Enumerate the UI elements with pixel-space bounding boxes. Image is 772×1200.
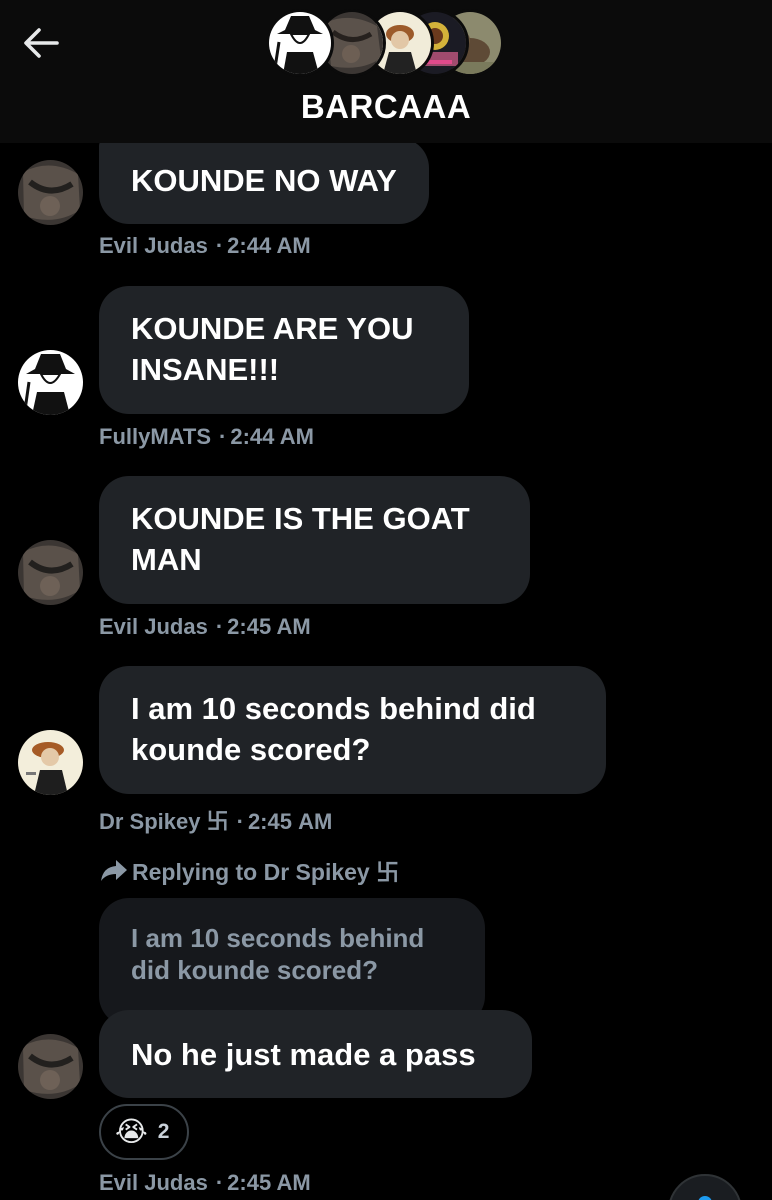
sender-name[interactable]: Evil Judas [99, 1170, 208, 1195]
sender-avatar[interactable] [18, 1034, 83, 1099]
group-avatar-stack[interactable] [266, 9, 516, 79]
arrow-left-icon [24, 28, 59, 58]
crying-face-emoji-icon: 😭 [115, 1116, 148, 1147]
sender-name[interactable]: Evil Judas [99, 614, 208, 639]
message-time: 2:45 AM [227, 1170, 311, 1195]
message-bubble[interactable]: I am 10 seconds behind did kounde scored… [99, 666, 606, 794]
sender-name[interactable]: FullyMATS [99, 424, 211, 449]
sender-avatar[interactable] [18, 730, 83, 795]
message-text: KOUNDE IS THE GOAT MAN [131, 501, 470, 577]
reaction-pill[interactable]: 😭 2 [99, 1104, 189, 1160]
quoted-text: I am 10 seconds behind did kounde scored… [131, 923, 425, 985]
reply-arrow-icon [101, 860, 127, 881]
new-message-dot-icon [698, 1196, 712, 1200]
reaction-count: 2 [157, 1120, 170, 1143]
message-text: KOUNDE ARE YOU INSANE!!! [131, 311, 414, 387]
sender-avatar[interactable] [18, 350, 83, 415]
sender-avatar[interactable] [18, 540, 83, 605]
back-button[interactable] [18, 22, 64, 64]
meta-separator: · [215, 233, 224, 258]
meta-separator: · [215, 614, 224, 639]
dm-conversation-screen: BARCAAA KOUNDE NO WAY Evil Judas · 2:44 AM… [0, 0, 772, 1200]
message-time: 2:45 AM [247, 809, 333, 834]
conversation-title[interactable]: BARCAAA [0, 88, 772, 126]
group-member-avatar [266, 9, 334, 77]
message-time: 2:44 AM [227, 233, 311, 258]
message-meta: Evil Judas · 2:45 AM [99, 1170, 311, 1196]
message-meta: Evil Judas · 2:44 AM [99, 233, 311, 259]
message-text: I am 10 seconds behind did kounde scored… [131, 691, 536, 767]
message-time: 2:45 AM [227, 614, 311, 639]
message-time: 2:44 AM [230, 424, 314, 449]
sender-name[interactable]: Evil Judas [99, 233, 208, 258]
meta-separator: · [236, 809, 244, 834]
message-bubble[interactable]: KOUNDE NO WAY [99, 138, 429, 224]
message-meta: FullyMATS · 2:44 AM [99, 424, 314, 450]
message-bubble[interactable]: No he just made a pass [99, 1010, 532, 1098]
scroll-down-button[interactable] [668, 1174, 742, 1200]
reply-label-text: Replying to Dr Spikey 卐 [132, 859, 400, 885]
message-bubble[interactable]: KOUNDE IS THE GOAT MAN [99, 476, 530, 604]
meta-separator: · [219, 424, 227, 449]
message-meta: Dr Spikey 卐 · 2:45 AM [99, 804, 332, 836]
sender-name[interactable]: Dr Spikey 卐 [99, 809, 229, 834]
sender-avatar[interactable] [18, 160, 83, 225]
message-text: No he just made a pass [131, 1037, 476, 1072]
meta-separator: · [215, 1170, 224, 1195]
message-bubble[interactable]: KOUNDE ARE YOU INSANE!!! [99, 286, 469, 414]
quoted-message[interactable]: I am 10 seconds behind did kounde scored… [99, 898, 485, 1026]
conversation-header: BARCAAA [0, 0, 772, 143]
reply-context[interactable]: Replying to Dr Spikey 卐 [100, 853, 399, 887]
message-meta: Evil Judas · 2:45 AM [99, 614, 311, 640]
message-text: KOUNDE NO WAY [131, 163, 397, 198]
